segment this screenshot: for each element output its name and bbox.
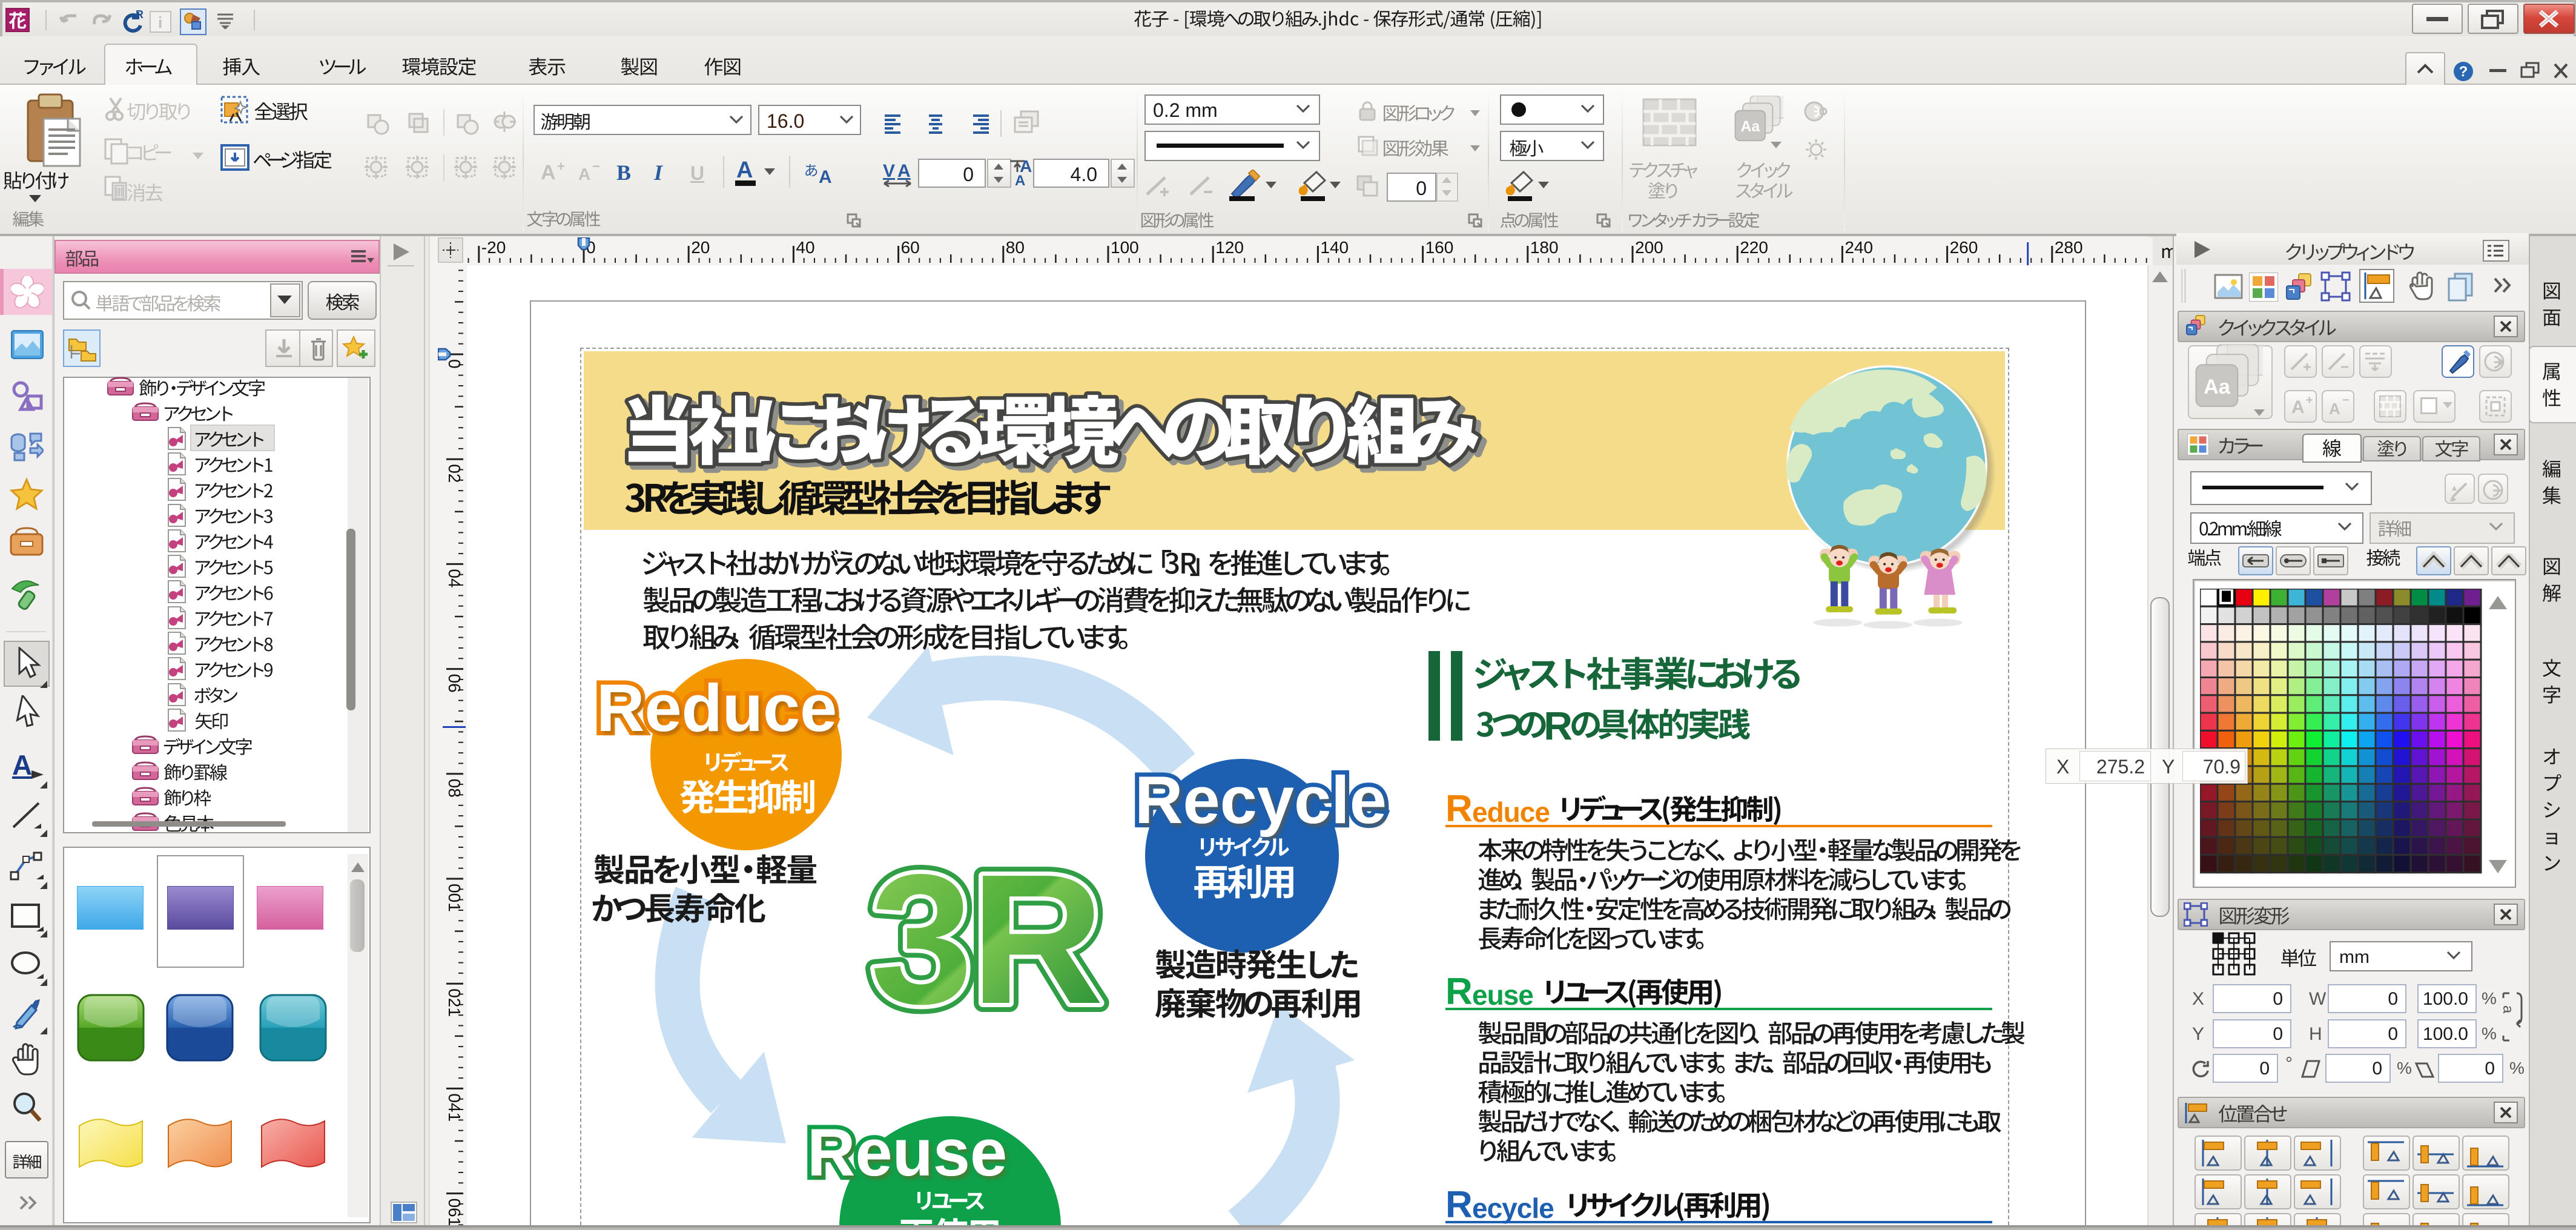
svg-text:200: 200: [1635, 238, 1663, 257]
svg-text:R: R: [136, 10, 144, 21]
svg-text:02: 02: [445, 464, 464, 483]
svg-text:061: 061: [445, 1199, 464, 1227]
svg-text:160: 160: [1425, 238, 1454, 257]
svg-text:021: 021: [445, 988, 464, 1017]
svg-text:Aa: Aa: [2204, 375, 2231, 398]
svg-text:041: 041: [445, 1093, 464, 1122]
svg-text:a: a: [2500, 1005, 2516, 1014]
svg-text:06: 06: [445, 674, 464, 693]
svg-text:0: 0: [445, 359, 464, 369]
svg-text:280: 280: [2055, 238, 2083, 257]
svg-text:260: 260: [1950, 238, 1978, 257]
svg-text:A: A: [1015, 173, 1025, 188]
svg-text:20: 20: [691, 238, 710, 257]
svg-text:140: 140: [1320, 238, 1349, 257]
svg-text:220: 220: [1740, 238, 1768, 257]
svg-text:08: 08: [445, 779, 464, 798]
svg-text:60: 60: [901, 238, 920, 257]
svg-text:180: 180: [1530, 238, 1559, 257]
svg-text:Aa: Aa: [1741, 119, 1760, 135]
svg-text:-20: -20: [481, 238, 506, 257]
svg-text:3R: 3R: [870, 836, 1101, 1036]
svg-text:40: 40: [796, 238, 814, 257]
svg-text:001: 001: [445, 884, 464, 912]
svg-text:80: 80: [1006, 238, 1025, 257]
svg-text:100: 100: [1111, 238, 1139, 257]
svg-text:120: 120: [1215, 238, 1244, 257]
svg-text:240: 240: [1844, 238, 1873, 257]
svg-text:?: ?: [2459, 64, 2468, 80]
svg-text:04: 04: [445, 569, 464, 587]
